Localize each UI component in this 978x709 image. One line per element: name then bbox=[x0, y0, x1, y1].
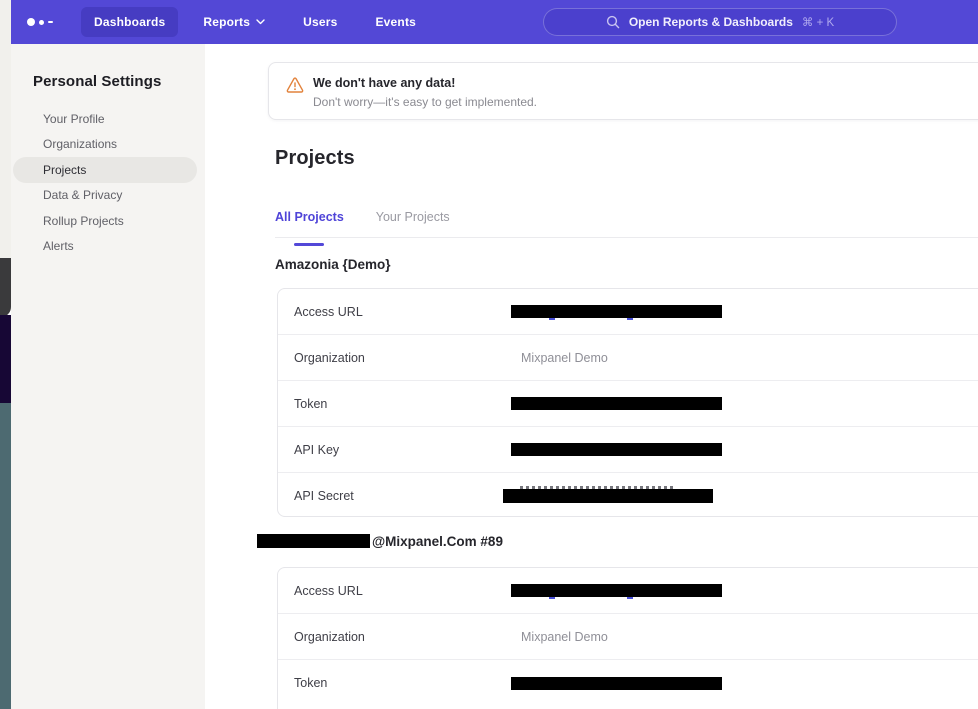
redacted-access-url-link[interactable] bbox=[511, 584, 722, 597]
mixpanel-logo-icon[interactable] bbox=[27, 18, 53, 26]
redacted-project-name-prefix bbox=[257, 534, 370, 548]
nav-item-label: Reports bbox=[203, 15, 250, 29]
organization-value: Mixpanel Demo bbox=[511, 630, 608, 644]
tabs-divider bbox=[275, 237, 978, 238]
search-shortcut: ⌘ + K bbox=[802, 15, 834, 29]
nav-item-reports[interactable]: Reports bbox=[190, 7, 278, 37]
search-placeholder: Open Reports & Dashboards bbox=[629, 15, 793, 29]
sidebar-item-label: Rollup Projects bbox=[43, 214, 124, 228]
desktop-edge-light bbox=[0, 0, 11, 258]
sidebar-item-label: Data & Privacy bbox=[43, 188, 122, 202]
sidebar-item-label: Alerts bbox=[43, 239, 74, 253]
sidebar-title: Personal Settings bbox=[33, 73, 205, 90]
alert-title: We don't have any data! bbox=[313, 76, 537, 90]
row-access-url: Access URL bbox=[278, 568, 978, 614]
sidebar-item-label: Organizations bbox=[43, 137, 117, 151]
tab-your-projects[interactable]: Your Projects bbox=[376, 210, 450, 238]
desktop-edge-navy bbox=[0, 315, 11, 403]
sidebar-item-rollup-projects[interactable]: Rollup Projects bbox=[11, 208, 205, 234]
nav-item-label: Dashboards bbox=[94, 15, 165, 29]
row-token: Token bbox=[278, 381, 978, 427]
project-card-mixpanel-89: Access URL Organization Mixpanel Demo To… bbox=[277, 567, 978, 709]
active-tab-underline bbox=[294, 243, 324, 246]
row-api-secret: API Secret bbox=[278, 473, 978, 519]
project-card-amazonia: Access URL Organization Mixpanel Demo To… bbox=[277, 288, 978, 517]
row-api-key: API Key bbox=[278, 427, 978, 473]
sidebar-item-alerts[interactable]: Alerts bbox=[11, 234, 205, 260]
search-icon bbox=[606, 15, 620, 29]
top-nav-bar: Dashboards Reports Users Events Open Rep… bbox=[11, 0, 978, 44]
redacted-api-key-value bbox=[511, 443, 722, 456]
sidebar-item-your-profile[interactable]: Your Profile bbox=[11, 106, 205, 132]
project-name-amazonia: Amazonia {Demo} bbox=[275, 257, 391, 272]
row-label: API Key bbox=[278, 443, 339, 457]
sidebar-item-label: Projects bbox=[43, 163, 86, 177]
row-organization: Organization Mixpanel Demo bbox=[278, 335, 978, 381]
nav-item-label: Users bbox=[303, 15, 337, 29]
settings-sidebar: Personal Settings Your Profile Organizat… bbox=[11, 44, 205, 709]
global-search-button[interactable]: Open Reports & Dashboards ⌘ + K bbox=[543, 8, 897, 36]
redacted-access-url-link[interactable] bbox=[511, 305, 722, 318]
tab-all-projects[interactable]: All Projects bbox=[275, 210, 344, 238]
nav-item-events[interactable]: Events bbox=[362, 7, 429, 37]
page-title: Projects bbox=[275, 147, 355, 170]
redacted-api-secret-value bbox=[503, 489, 713, 503]
row-token: Token bbox=[278, 660, 978, 706]
projects-tabs: All Projects Your Projects bbox=[275, 210, 450, 238]
desktop-edge-slate bbox=[0, 403, 11, 709]
project-name-mixpanel-89: @Mixpanel.Com #89 bbox=[257, 532, 503, 550]
tab-label: All Projects bbox=[275, 210, 344, 224]
row-organization: Organization Mixpanel Demo bbox=[278, 614, 978, 660]
chevron-down-icon bbox=[256, 19, 265, 25]
sidebar-item-projects[interactable]: Projects bbox=[11, 157, 205, 183]
no-data-alert-banner: We don't have any data! Don't worry—it's… bbox=[268, 62, 978, 120]
warning-triangle-icon bbox=[286, 77, 304, 94]
project-name-label: @Mixpanel.Com #89 bbox=[372, 534, 503, 549]
nav-item-users[interactable]: Users bbox=[290, 7, 350, 37]
row-label: Access URL bbox=[278, 584, 363, 598]
organization-value: Mixpanel Demo bbox=[511, 351, 608, 365]
row-access-url: Access URL bbox=[278, 289, 978, 335]
row-label: API Secret bbox=[278, 489, 354, 503]
row-label: Organization bbox=[278, 351, 365, 365]
row-label: Access URL bbox=[278, 305, 363, 319]
redacted-token-value bbox=[511, 677, 722, 690]
sidebar-item-data-privacy[interactable]: Data & Privacy bbox=[11, 183, 205, 209]
alert-subtitle: Don't worry—it's easy to get implemented… bbox=[313, 95, 537, 109]
row-label: Token bbox=[278, 676, 327, 690]
row-label: Organization bbox=[278, 630, 365, 644]
tab-label: Your Projects bbox=[376, 210, 450, 224]
sidebar-item-label: Your Profile bbox=[43, 112, 105, 126]
row-label: Token bbox=[278, 397, 327, 411]
nav-item-label: Events bbox=[375, 15, 416, 29]
active-item-highlight bbox=[13, 157, 197, 183]
redacted-token-value bbox=[511, 397, 722, 410]
desktop-edge-dark-tab bbox=[0, 258, 11, 317]
main-content: We don't have any data! Don't worry—it's… bbox=[205, 44, 978, 709]
nav-item-dashboards[interactable]: Dashboards bbox=[81, 7, 178, 37]
sidebar-item-organizations[interactable]: Organizations bbox=[11, 132, 205, 158]
